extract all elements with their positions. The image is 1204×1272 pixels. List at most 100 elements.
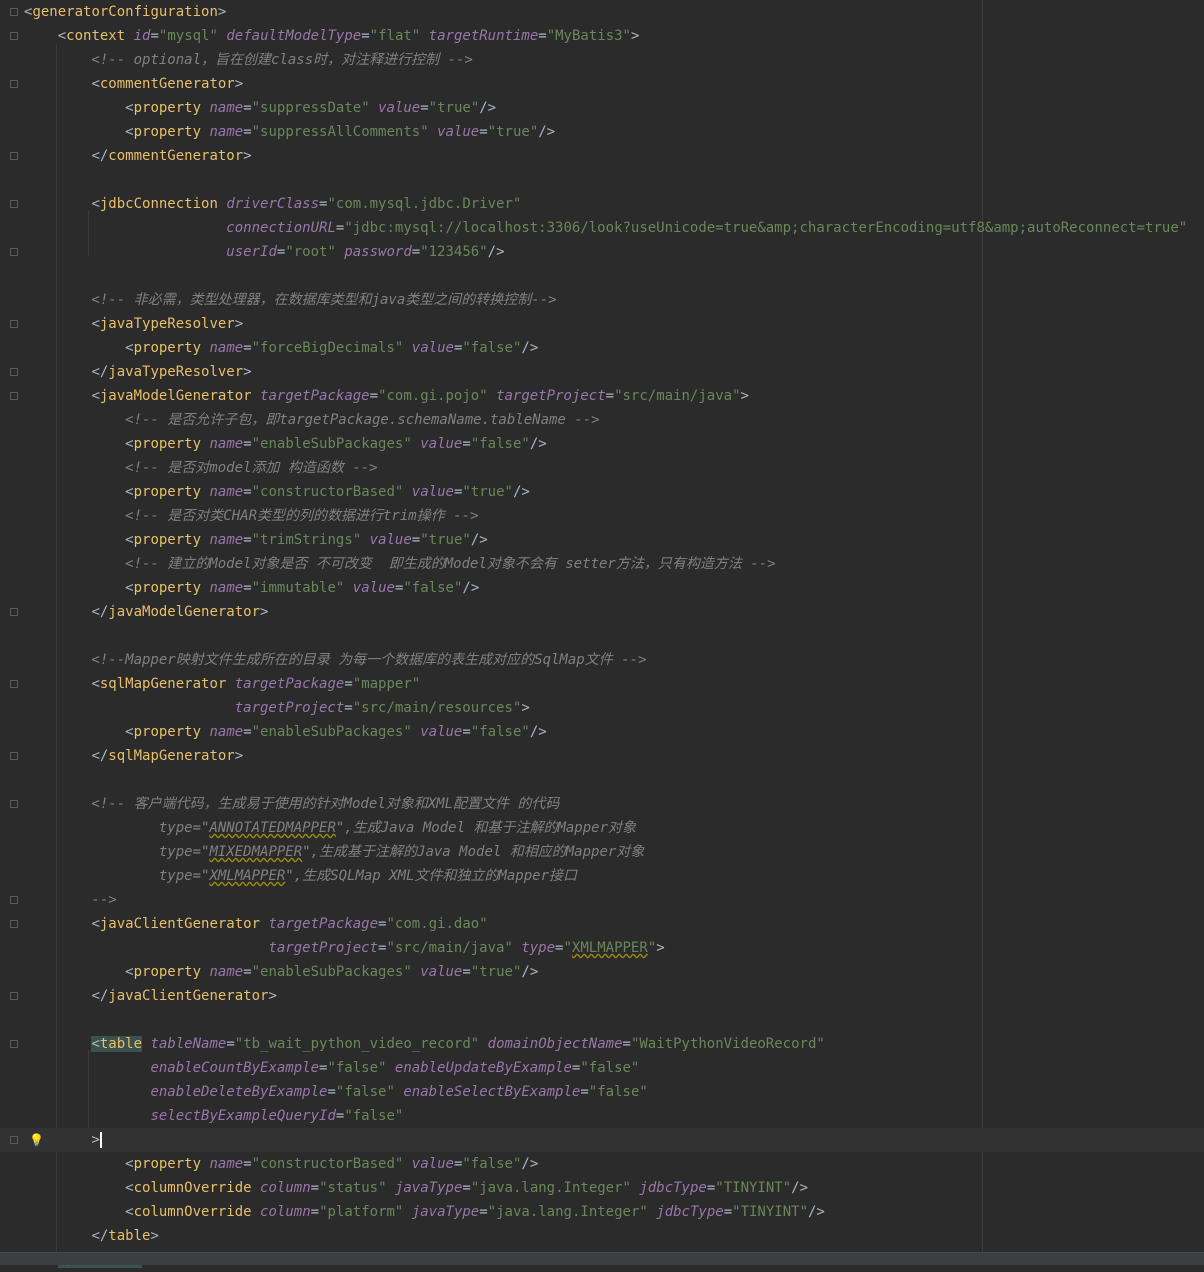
code-text: <property name="trimStrings" value="true… xyxy=(125,532,488,548)
fold-marker-icon[interactable] xyxy=(10,920,18,928)
fold-marker-icon[interactable] xyxy=(10,368,18,376)
fold-marker-icon[interactable] xyxy=(10,80,18,88)
code-text: <!-- 是否允许子包，即targetPackage.schemaName.ta… xyxy=(24,412,600,428)
code-text: </javaTypeResolver> xyxy=(91,364,252,380)
code-line[interactable]: <javaClientGenerator targetPackage="com.… xyxy=(0,912,1204,936)
code-line[interactable]: <!-- optional，旨在创建class时，对注释进行控制 --> xyxy=(0,48,1204,72)
code-line[interactable]: enableCountByExample="false" enableUpdat… xyxy=(0,1056,1204,1080)
code-line[interactable] xyxy=(0,768,1204,792)
code-line[interactable]: --> xyxy=(0,888,1204,912)
fold-marker-icon[interactable] xyxy=(10,8,18,16)
code-line[interactable]: </table> xyxy=(0,1224,1204,1248)
code-line[interactable]: <!-- 是否允许子包，即targetPackage.schemaName.ta… xyxy=(0,408,1204,432)
code-line[interactable]: <table tableName="tb_wait_python_video_r… xyxy=(0,1032,1204,1056)
code-line[interactable] xyxy=(0,624,1204,648)
fold-marker-icon[interactable] xyxy=(10,392,18,400)
code-text: connectionURL="jdbc:mysql://localhost:33… xyxy=(226,220,1188,236)
code-line[interactable]: <columnOverride column="status" javaType… xyxy=(0,1176,1204,1200)
code-line[interactable]: <context id="mysql" defaultModelType="fl… xyxy=(0,24,1204,48)
code-text: userId="root" password="123456"/> xyxy=(226,244,505,260)
code-line[interactable]: <property name="enableSubPackages" value… xyxy=(0,960,1204,984)
code-text: </javaModelGenerator> xyxy=(91,604,269,620)
code-line[interactable] xyxy=(0,168,1204,192)
code-text: <sqlMapGenerator targetPackage="mapper" xyxy=(91,676,421,692)
code-text: <!-- optional，旨在创建class时，对注释进行控制 --> xyxy=(24,52,473,68)
code-text: type="XMLMAPPER",生成SQLMap XML文件和独立的Mappe… xyxy=(24,868,578,884)
code-line[interactable]: <!--Mapper映射文件生成所在的目录 为每一个数据库的表生成对应的SqlM… xyxy=(0,648,1204,672)
code-line[interactable]: type="ANNOTATEDMAPPER",生成Java Model 和基于注… xyxy=(0,816,1204,840)
code-text: enableDeleteByExample="false" enableSele… xyxy=(150,1084,648,1100)
code-text: selectByExampleQueryId="false" xyxy=(150,1108,404,1124)
code-line[interactable]: <javaModelGenerator targetPackage="com.g… xyxy=(0,384,1204,408)
code-line[interactable]: connectionURL="jdbc:mysql://localhost:33… xyxy=(0,216,1204,240)
code-text: <context id="mysql" defaultModelType="fl… xyxy=(57,28,640,44)
fold-marker-icon[interactable] xyxy=(10,200,18,208)
code-text: <!-- 是否对类CHAR类型的列的数据进行trim操作 --> xyxy=(24,508,479,524)
code-line[interactable]: <javaTypeResolver> xyxy=(0,312,1204,336)
code-line[interactable]: <generatorConfiguration> xyxy=(0,0,1204,24)
code-line[interactable]: <jdbcConnection driverClass="com.mysql.j… xyxy=(0,192,1204,216)
code-text: <table tableName="tb_wait_python_video_r… xyxy=(91,1036,825,1052)
code-line[interactable]: </javaClientGenerator> xyxy=(0,984,1204,1008)
fold-marker-icon[interactable] xyxy=(10,152,18,160)
code-text: <property name="enableSubPackages" value… xyxy=(125,964,539,980)
code-line[interactable]: <property name="trimStrings" value="true… xyxy=(0,528,1204,552)
code-line[interactable]: <commentGenerator> xyxy=(0,72,1204,96)
code-text: <property name="constructorBased" value=… xyxy=(125,484,530,500)
code-line[interactable]: 💡 > xyxy=(0,1128,1204,1152)
fold-marker-icon[interactable] xyxy=(10,1136,18,1144)
code-line[interactable]: <property name="suppressDate" value="tru… xyxy=(0,96,1204,120)
code-text: </javaClientGenerator> xyxy=(91,988,277,1004)
fold-marker-icon[interactable] xyxy=(10,752,18,760)
code-line[interactable]: <property name="suppressAllComments" val… xyxy=(0,120,1204,144)
code-line[interactable]: <property name="forceBigDecimals" value=… xyxy=(0,336,1204,360)
code-text: <jdbcConnection driverClass="com.mysql.j… xyxy=(91,196,522,212)
code-line[interactable]: <!-- 客户端代码，生成易于使用的针对Model对象和XML配置文件 的代码 xyxy=(0,792,1204,816)
code-line[interactable]: <!-- 建立的Model对象是否 不可改变 即生成的Model对象不会有 se… xyxy=(0,552,1204,576)
code-line[interactable]: <property name="immutable" value="false"… xyxy=(0,576,1204,600)
fold-marker-icon[interactable] xyxy=(10,608,18,616)
fold-marker-icon[interactable] xyxy=(10,248,18,256)
code-text: targetProject="src/main/java" type="XMLM… xyxy=(268,940,665,956)
code-line[interactable]: type="XMLMAPPER",生成SQLMap XML文件和独立的Mappe… xyxy=(0,864,1204,888)
code-line[interactable]: enableDeleteByExample="false" enableSele… xyxy=(0,1080,1204,1104)
fold-marker-icon[interactable] xyxy=(10,1040,18,1048)
code-text: enableCountByExample="false" enableUpdat… xyxy=(150,1060,640,1076)
code-line[interactable]: userId="root" password="123456"/> xyxy=(0,240,1204,264)
code-line[interactable]: selectByExampleQueryId="false" xyxy=(0,1104,1204,1128)
fold-marker-icon[interactable] xyxy=(10,32,18,40)
code-text: type="ANNOTATEDMAPPER",生成Java Model 和基于注… xyxy=(24,820,637,836)
fold-marker-icon[interactable] xyxy=(10,992,18,1000)
code-line[interactable] xyxy=(0,264,1204,288)
code-line[interactable]: <!-- 是否对model添加 构造函数 --> xyxy=(0,456,1204,480)
code-line[interactable]: <property name="enableSubPackages" value… xyxy=(0,432,1204,456)
code-text: <commentGenerator> xyxy=(91,76,244,92)
code-text: > xyxy=(24,1132,102,1148)
code-line[interactable]: <sqlMapGenerator targetPackage="mapper" xyxy=(0,672,1204,696)
code-line[interactable]: </javaModelGenerator> xyxy=(0,600,1204,624)
fold-marker-icon[interactable] xyxy=(10,800,18,808)
code-line[interactable]: <property name="enableSubPackages" value… xyxy=(0,720,1204,744)
fold-marker-icon[interactable] xyxy=(10,896,18,904)
code-line[interactable]: <!-- 非必需，类型处理器，在数据库类型和java类型之间的转换控制--> xyxy=(0,288,1204,312)
code-line[interactable]: </javaTypeResolver> xyxy=(0,360,1204,384)
code-line[interactable]: <property name="constructorBased" value=… xyxy=(0,480,1204,504)
code-text: <property name="suppressDate" value="tru… xyxy=(125,100,497,116)
fold-marker-icon[interactable] xyxy=(10,680,18,688)
code-area[interactable]: <generatorConfiguration> <context id="my… xyxy=(0,0,1204,1272)
code-editor[interactable]: <generatorConfiguration> <context id="my… xyxy=(0,0,1204,1268)
code-line[interactable] xyxy=(0,1008,1204,1032)
code-line[interactable]: targetProject="src/main/java" type="XMLM… xyxy=(0,936,1204,960)
code-line[interactable]: <columnOverride column="platform" javaTy… xyxy=(0,1200,1204,1224)
code-line[interactable]: <!-- 是否对类CHAR类型的列的数据进行trim操作 --> xyxy=(0,504,1204,528)
code-line[interactable]: <property name="constructorBased" value=… xyxy=(0,1152,1204,1176)
code-line[interactable]: </commentGenerator> xyxy=(0,144,1204,168)
code-text: <columnOverride column="status" javaType… xyxy=(125,1180,808,1196)
code-text: <property name="forceBigDecimals" value=… xyxy=(125,340,539,356)
code-line[interactable]: type="MIXEDMAPPER",生成基于注解的Java Model 和相应… xyxy=(0,840,1204,864)
fold-marker-icon[interactable] xyxy=(10,320,18,328)
code-line[interactable]: </sqlMapGenerator> xyxy=(0,744,1204,768)
code-text: <generatorConfiguration> xyxy=(24,4,227,20)
code-text: <!-- 非必需，类型处理器，在数据库类型和java类型之间的转换控制--> xyxy=(24,292,557,308)
code-line[interactable]: targetProject="src/main/resources"> xyxy=(0,696,1204,720)
